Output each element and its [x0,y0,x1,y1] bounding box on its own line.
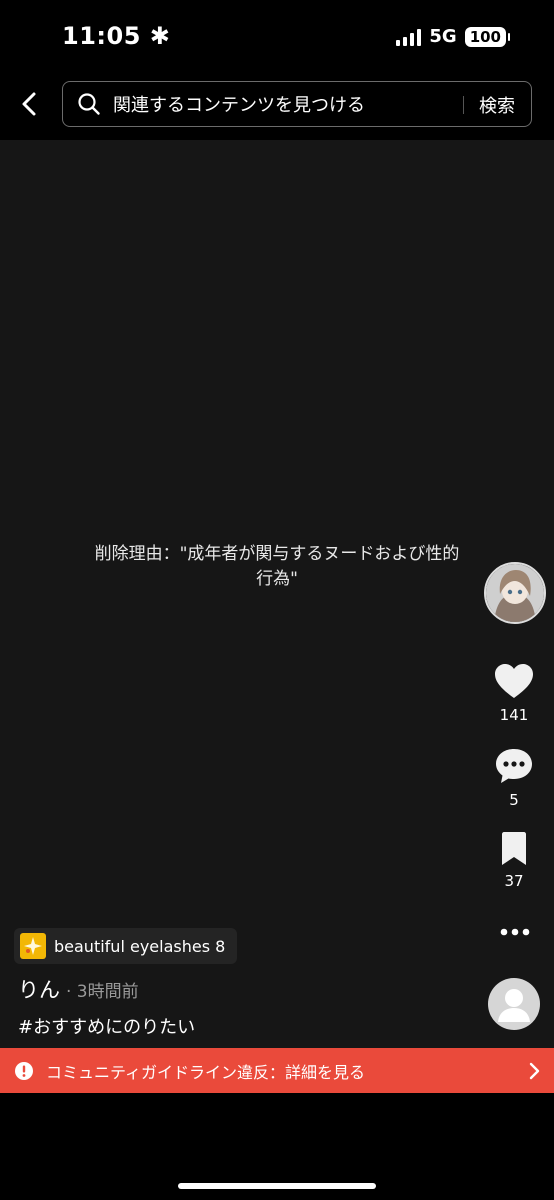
comment-button[interactable]: 5 [484,747,544,809]
search-submit-button[interactable]: 検索 [479,92,515,118]
status-indicators: 5G 100 [396,26,511,47]
signal-strength-icon [396,28,422,46]
author-avatar[interactable] [484,562,546,624]
more-dots-icon [500,928,530,936]
heart-icon [495,664,533,698]
bookmark-icon [502,832,526,865]
user-avatar-placeholder[interactable] [488,978,540,1030]
author-name[interactable]: りん [18,974,60,1004]
status-bar: 11:05 ✱ 5G 100 [0,0,554,72]
violation-banner[interactable]: コミュニティガイドライン違反：詳細を見る [0,1048,554,1093]
chevron-left-icon [22,92,36,116]
like-button[interactable]: 141 [484,664,544,724]
sound-chip[interactable]: beautiful eyelashes 8 [14,928,238,964]
sparkle-badge-icon [20,933,46,959]
alert-icon [15,1061,33,1080]
clock-time: 11:05 [62,22,141,50]
comment-icon [496,749,532,783]
search-icon [78,93,100,115]
more-options-button[interactable] [496,922,536,942]
home-indicator[interactable] [178,1183,376,1189]
video-caption[interactable]: #おすすめにのりたい [18,1013,195,1039]
like-count: 141 [499,706,529,724]
status-time: 11:05 ✱ [62,22,170,50]
removal-reason-text: 削除理由："成年者が関与するヌードおよび性的行為" [94,544,460,589]
sound-label: beautiful eyelashes 8 [54,936,226,956]
bookmark-button[interactable]: 37 [484,832,544,890]
comment-count: 5 [509,791,519,809]
person-icon [498,989,530,1022]
chevron-right-icon [529,1062,540,1080]
search-input[interactable] [111,88,465,122]
bookmark-count: 37 [504,872,524,890]
post-time: · 3時間前 [66,982,139,1002]
avatar-image [486,564,544,622]
violation-text: コミュニティガイドライン違反：詳細を見る [46,1062,366,1082]
search-divider [463,96,464,114]
battery-icon: 100 [464,26,511,47]
network-type: 5G [429,26,457,47]
author-line: りん · 3時間前 [18,974,139,1004]
search-bar[interactable]: 検索 [62,81,532,127]
asterisk-icon: ✱ [140,22,171,50]
back-button[interactable] [10,84,50,124]
